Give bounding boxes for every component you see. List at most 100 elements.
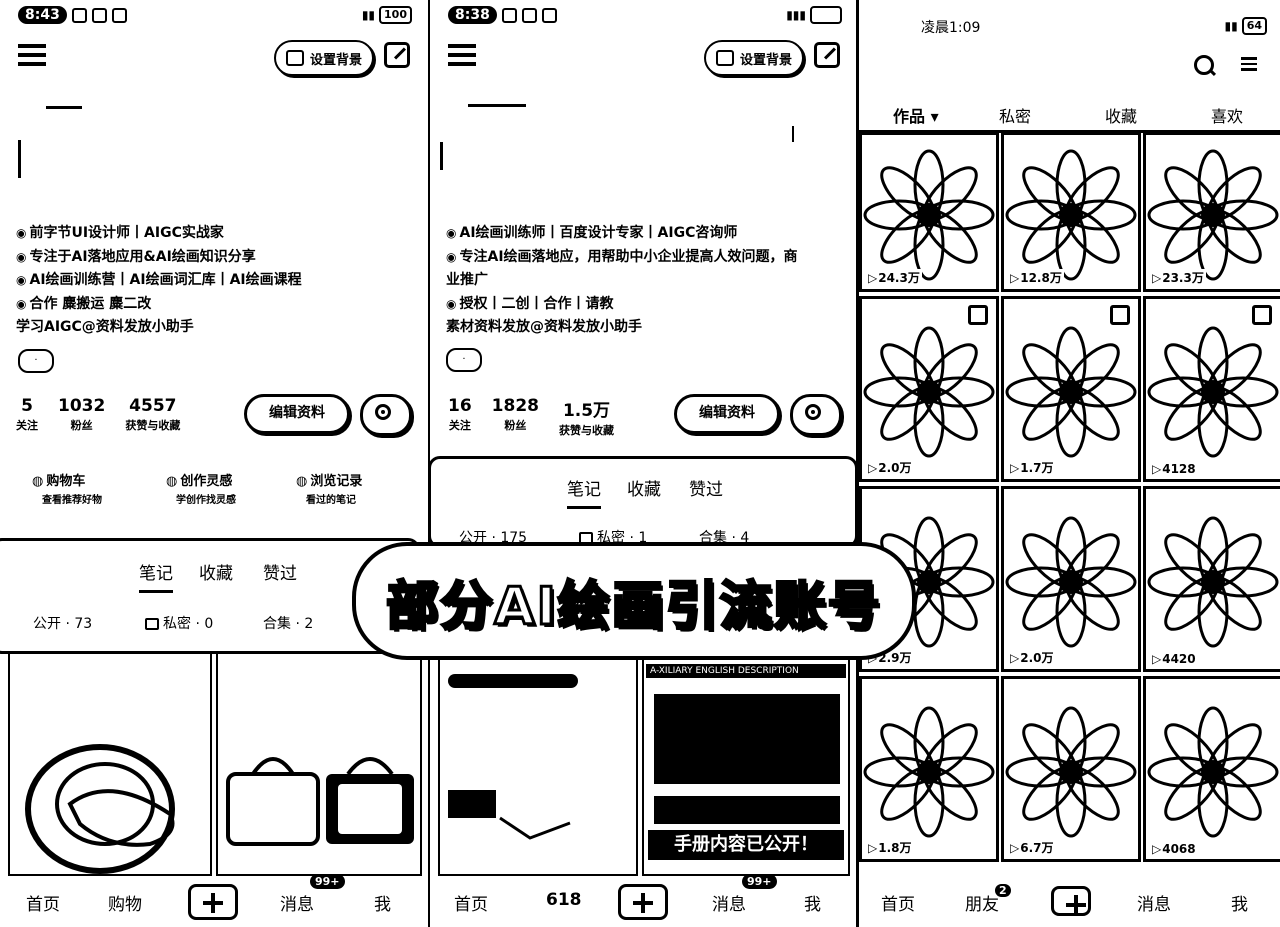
nav-label: 消息	[280, 895, 314, 915]
nav-messages[interactable]: 消息	[1137, 890, 1171, 915]
multi-image-icon	[1252, 305, 1272, 325]
nav-618[interactable]: 618	[546, 890, 582, 910]
tab-favorites[interactable]: 收藏	[1105, 103, 1137, 127]
profile-panel-1: 8:43 ▮▮ 100 设置背景 前字节UI设计师丨AIGC实战家 专注于AI落…	[0, 0, 428, 927]
bottom-nav: 首页 朋友 2 消息 我	[859, 878, 1280, 924]
stat-likes[interactable]: 4557 获赞与收藏	[125, 396, 180, 433]
subtab-label: 私密 · 0	[163, 616, 214, 632]
stat-following[interactable]: 5 关注	[16, 396, 38, 433]
nav-me[interactable]: 我	[804, 890, 821, 915]
video-thumbnail[interactable]: 4128	[1143, 296, 1280, 482]
lock-icon	[145, 618, 159, 630]
quick-link-cart[interactable]: 购物车 查看推荐好物	[32, 470, 102, 506]
signal-icon: ▮▮	[1224, 19, 1238, 33]
note-thumbnail[interactable]	[438, 656, 638, 876]
bio-line: 专注AI绘画落地应，用帮助中小企业提高人效问题，商	[446, 246, 797, 270]
nav-home[interactable]: 首页	[881, 890, 915, 915]
note-thumbnail[interactable]	[216, 652, 422, 876]
quick-link-inspiration[interactable]: 创作灵感 学创作找灵感	[166, 470, 236, 506]
flower-center	[1059, 380, 1083, 404]
nav-shop[interactable]: 购物	[108, 890, 142, 915]
settings-button[interactable]	[360, 394, 412, 436]
quick-link-title: 创作灵感	[166, 470, 236, 489]
search-icon[interactable]	[1194, 55, 1214, 75]
bio-line: AI绘画训练营丨AI绘画词汇库丨AI绘画课程	[16, 269, 301, 293]
menu-icon[interactable]	[18, 44, 46, 66]
share-icon[interactable]	[384, 42, 410, 68]
play-count: 2.0万	[866, 459, 914, 476]
note-thumbnail[interactable]: A-XILIARY ENGLISH DESCRIPTION 手册内容已公开！	[642, 656, 850, 876]
menu-icon[interactable]	[448, 44, 476, 66]
profile-bio: 前字节UI设计师丨AIGC实战家 专注于AI落地应用&AI绘画知识分享 AI绘画…	[16, 222, 302, 340]
bottom-nav: 首页 618 消息 99+ 我	[430, 874, 858, 924]
subtab-public[interactable]: 公开 · 73	[33, 613, 92, 633]
nav-me[interactable]: 我	[374, 890, 391, 915]
play-count: 4128	[1150, 462, 1198, 476]
video-thumbnail[interactable]: 4420	[1143, 486, 1280, 672]
nav-home[interactable]: 首页	[454, 890, 488, 915]
tab-collections[interactable]: 收藏	[627, 475, 661, 500]
stat-followers[interactable]: 1032 粉丝	[58, 396, 105, 433]
tab-private[interactable]: 私密	[999, 103, 1031, 127]
menu-icon[interactable]	[1241, 57, 1257, 71]
flower-illustration	[1147, 516, 1279, 648]
image-icon	[286, 50, 304, 66]
set-background-button[interactable]: 设置背景	[274, 40, 375, 76]
video-thumbnail[interactable]: 12.8万	[1001, 132, 1141, 292]
multi-image-icon	[968, 305, 988, 325]
settings-button[interactable]	[790, 394, 842, 436]
tab-collections[interactable]: 收藏	[199, 559, 233, 584]
edit-profile-button[interactable]: 编辑资料	[674, 394, 780, 434]
edit-profile-button[interactable]: 编辑资料	[244, 394, 350, 434]
quick-link-history[interactable]: 浏览记录 看过的笔记	[296, 470, 362, 506]
cloud-illustration	[448, 674, 578, 840]
image-icon	[716, 50, 734, 66]
battery-icon	[810, 6, 842, 24]
publish-plus-button[interactable]	[1051, 886, 1091, 916]
play-count: 24.3万	[866, 269, 922, 286]
video-thumbnail[interactable]: 2.0万	[1001, 486, 1141, 672]
stat-number: 5	[21, 396, 33, 416]
tab-notes[interactable]: 笔记	[139, 559, 173, 593]
subtab-private[interactable]: 私密 · 0	[145, 613, 213, 633]
set-background-button[interactable]: 设置背景	[704, 40, 805, 76]
tab-liked[interactable]: 赞过	[263, 559, 297, 584]
share-icon[interactable]	[814, 42, 840, 68]
notification-icon	[521, 7, 537, 23]
stat-number: 1032	[58, 396, 106, 416]
video-thumbnail[interactable]: 6.7万	[1001, 676, 1141, 862]
bio-line: 前字节UI设计师丨AIGC实战家	[16, 222, 302, 246]
flower-illustration	[1005, 326, 1137, 458]
nav-me[interactable]: 我	[1231, 890, 1248, 915]
stat-likes[interactable]: 1.5万 获赞与收藏	[559, 396, 614, 438]
nav-messages[interactable]: 消息 99+	[280, 874, 345, 915]
video-thumbnail[interactable]: 23.3万	[1143, 132, 1280, 292]
video-thumbnail[interactable]: 24.3万	[859, 132, 999, 292]
nav-home[interactable]: 首页	[26, 890, 60, 915]
note-thumbnail[interactable]	[8, 652, 212, 876]
publish-plus-button[interactable]	[618, 884, 668, 920]
video-thumbnail[interactable]: 4068	[1143, 676, 1280, 862]
video-thumbnail[interactable]: 1.8万	[859, 676, 999, 862]
stat-following[interactable]: 16 关注	[448, 396, 472, 438]
video-thumbnail[interactable]: 2.0万	[859, 296, 999, 482]
unread-badge: 99+	[310, 874, 345, 889]
publish-plus-button[interactable]	[188, 884, 238, 920]
nav-friends[interactable]: 朋友 2	[965, 884, 1011, 915]
set-background-label: 设置背景	[740, 52, 793, 68]
set-background-label: 设置背景	[310, 52, 363, 68]
notification-icon	[71, 7, 87, 23]
subtab-collection[interactable]: 合集 · 2	[263, 613, 313, 633]
stat-followers[interactable]: 1828 粉丝	[492, 396, 539, 438]
quick-link-subtitle: 学创作找灵感	[176, 495, 236, 506]
tab-works[interactable]: 作品 ▾	[893, 103, 939, 127]
tab-liked[interactable]: 喜欢	[1211, 103, 1243, 127]
stat-number: 1.5万	[562, 401, 611, 421]
flower-illustration	[1005, 706, 1137, 838]
gear-icon	[805, 404, 821, 420]
tab-liked[interactable]: 赞过	[689, 475, 723, 500]
tab-notes[interactable]: 笔记	[567, 475, 601, 509]
flower-illustration	[1147, 706, 1279, 838]
video-thumbnail[interactable]: 1.7万	[1001, 296, 1141, 482]
nav-messages[interactable]: 消息 99+	[712, 874, 777, 915]
